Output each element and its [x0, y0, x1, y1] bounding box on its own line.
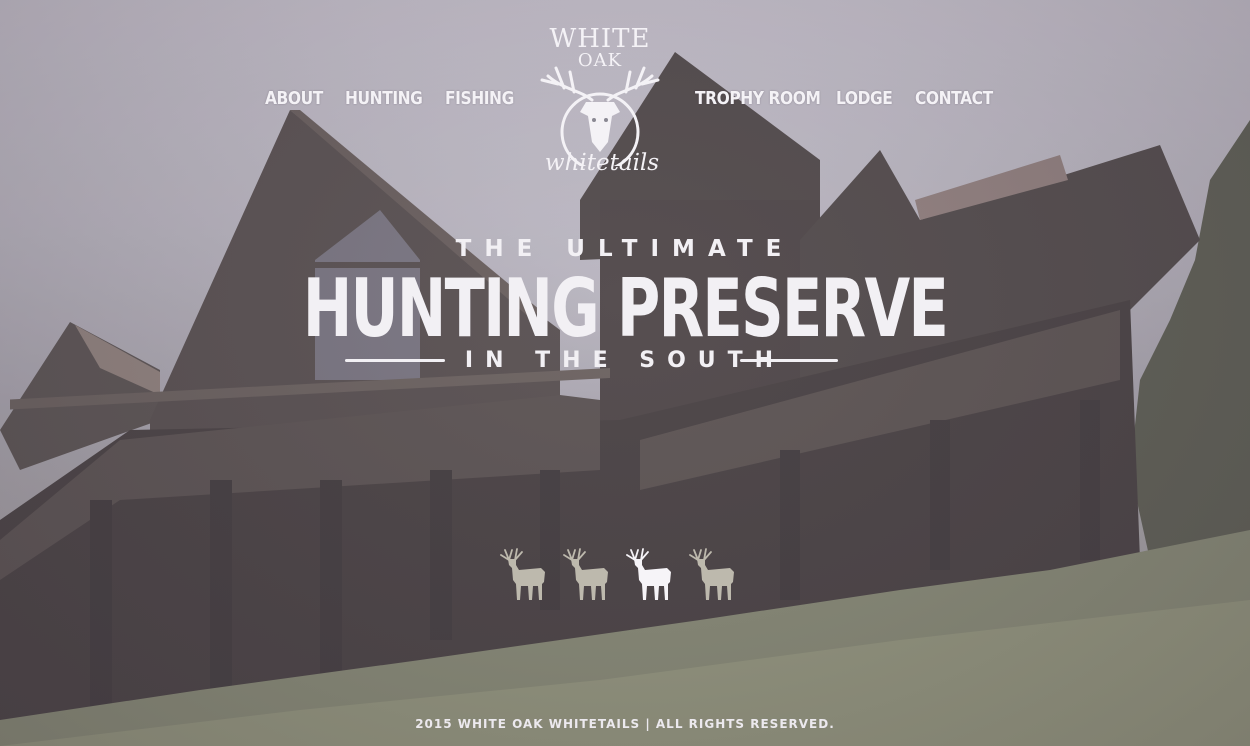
slider-deer-icon-active[interactable] — [623, 546, 677, 602]
logo[interactable]: WHITE OAK whitetails — [534, 22, 666, 182]
nav-contact[interactable]: CONTACT — [915, 88, 993, 109]
logo-script: whitetails — [544, 150, 660, 176]
hero-rule-right — [740, 359, 838, 362]
nav-about[interactable]: ABOUT — [265, 88, 323, 109]
slider-deer-icon[interactable] — [497, 546, 551, 602]
nav-trophy-room[interactable]: TROPHY ROOM — [695, 88, 821, 109]
slider-deer-icon[interactable] — [560, 546, 614, 602]
nav-fishing[interactable]: FISHING — [445, 88, 514, 109]
hero-eyebrow: THE ULTIMATE — [455, 236, 795, 262]
slider-deer-icon[interactable] — [686, 546, 740, 602]
hero-subline: IN THE SOUTH — [464, 348, 786, 373]
nav-hunting[interactable]: HUNTING — [345, 88, 423, 109]
slider-indicators — [497, 546, 742, 604]
footer-copyright: 2015 WHITE OAK WHITETAILS | ALL RIGHTS R… — [415, 717, 835, 731]
hero-headline: HUNTING PRESERVE — [302, 262, 949, 355]
nav-lodge[interactable]: LODGE — [836, 88, 893, 109]
